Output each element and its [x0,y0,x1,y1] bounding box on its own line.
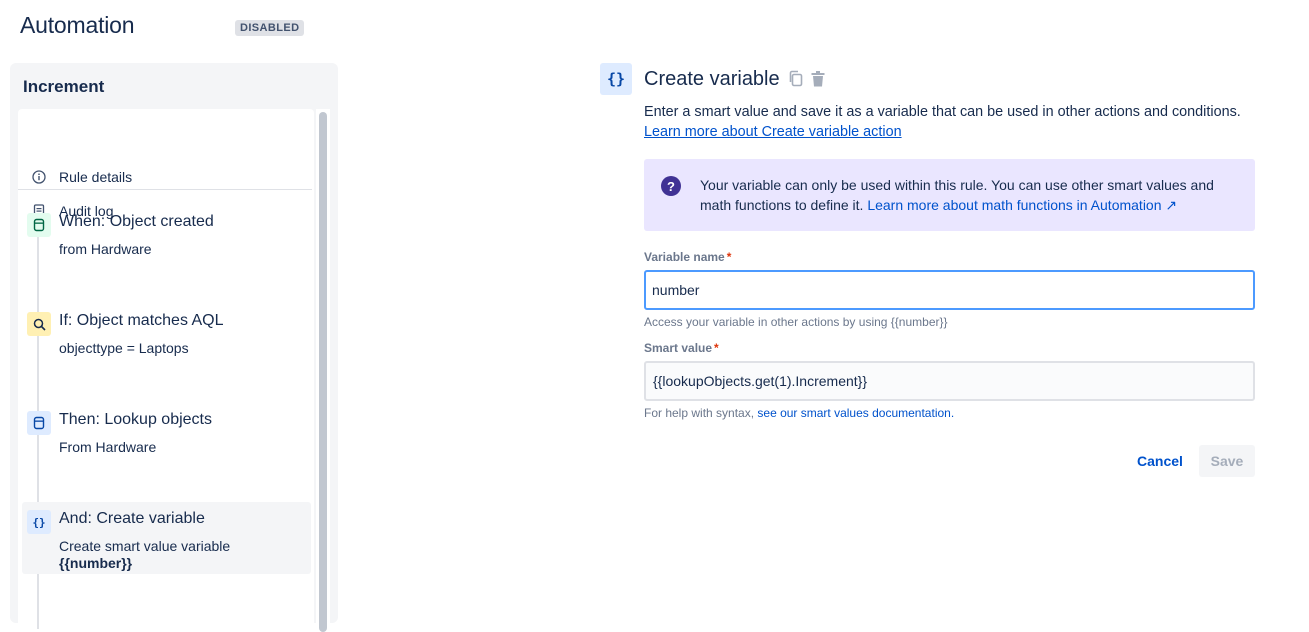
variable-name-input[interactable] [644,270,1255,310]
status-badge: DISABLED [235,20,305,36]
page-title: Automation [20,12,135,38]
component-title: If: Object matches AQL [59,312,224,329]
component-variable-name: {{number}} [59,555,133,571]
required-mark: * [714,341,719,355]
object-action-icon [27,411,51,435]
rule-panel: Increment Rule details Audit log When: O… [10,63,338,632]
info-icon [32,170,46,184]
cancel-button[interactable]: Cancel [1128,445,1192,477]
smart-value-input[interactable] [644,361,1255,401]
component-subtitle: objecttype = Laptops [59,340,189,356]
component-subtitle: From Hardware [59,439,157,455]
required-mark: * [726,250,732,264]
editor-title: Create variable [644,68,780,90]
variable-name-helper: Access your variable in other actions by… [644,315,948,329]
braces-icon: {} [27,510,51,534]
rule-details-label: Rule details [59,169,133,185]
variable-name-label-text: Variable name [644,250,725,264]
divider [18,189,312,190]
learn-more-create-variable-link[interactable]: Learn more about Create variable action [644,124,902,140]
search-icon [27,312,51,336]
smart-value-label-text: Smart value [644,341,713,355]
rule-details-link[interactable]: Rule details [32,165,132,189]
copy-icon[interactable] [787,70,805,88]
editor-description: Enter a smart value and save it as a var… [644,104,1241,120]
info-message: Your variable can only be used within th… [700,175,1245,215]
scrollbar-thumb[interactable] [319,112,327,632]
component-title: And: Create variable [59,510,205,527]
smart-value-helper-text: For help with syntax, [644,406,758,420]
rule-component-list: Rule details Audit log When: Object crea… [18,109,314,629]
smart-value-label: Smart value * [644,341,719,355]
math-functions-link[interactable]: Learn more about math functions in Autom… [867,197,1177,213]
component-title: Then: Lookup objects [59,411,212,428]
question-icon: ? [661,176,681,196]
delete-icon[interactable] [809,70,827,88]
smart-values-docs-link[interactable]: see our smart values documentation. [757,406,954,420]
component-subtitle: Create smart value variable [59,538,231,554]
component-editor: {} Create variable Enter a smart value a… [600,63,1260,503]
component-trigger[interactable]: When: Object created from Hardware [22,205,311,275]
component-lookup-objects[interactable]: Then: Lookup objects From Hardware [22,403,311,473]
braces-icon: {} [600,63,632,95]
variable-name-label: Variable name * [644,250,731,264]
rule-name: Increment [23,77,105,96]
smart-value-helper: For help with syntax, see our smart valu… [644,406,954,420]
info-panel: ? Your variable can only be used within … [644,159,1255,231]
component-title: When: Object created [59,213,214,230]
object-trigger-icon [27,213,51,237]
component-subtitle: from Hardware [59,241,152,257]
save-button[interactable]: Save [1199,445,1255,477]
component-condition[interactable]: If: Object matches AQL objecttype = Lapt… [22,304,311,374]
component-create-variable[interactable]: {} And: Create variable Create smart val… [22,502,311,574]
